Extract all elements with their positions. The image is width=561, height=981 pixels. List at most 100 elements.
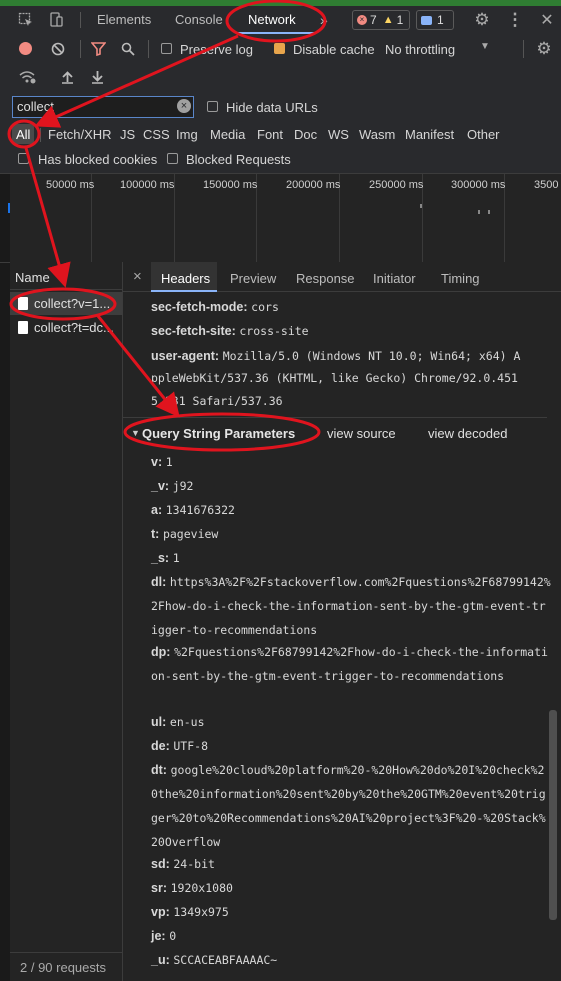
param-key: v: <box>151 455 163 469</box>
hide-data-urls-checkbox[interactable] <box>207 101 218 112</box>
param-row: v: 1 <box>151 450 551 474</box>
param-key: _u: <box>151 953 170 967</box>
warning-icon: ▲ <box>382 14 394 26</box>
timeline-tick: 200000 ms <box>286 179 341 191</box>
header-value-continued: 5.131 Safari/537.36 <box>151 394 283 408</box>
request-details: × Headers Preview Response Initiator Tim… <box>123 262 561 981</box>
type-filter-fetch-xhr[interactable]: Fetch/XHR <box>48 127 112 142</box>
type-filter-font[interactable]: Font <box>257 127 283 142</box>
header-key: sec-fetch-site: <box>151 324 236 338</box>
param-value: https%3A%2F%2Fstackoverflow.com%2Fquesti… <box>151 575 551 637</box>
param-key: dt: <box>151 763 167 777</box>
section-collapse-icon[interactable]: ▼ <box>131 428 140 438</box>
messages-counter[interactable]: 1 <box>416 10 454 30</box>
tab-timing[interactable]: Timing <box>441 271 480 286</box>
search-icon[interactable] <box>119 40 137 58</box>
param-key: dp: <box>151 645 171 659</box>
param-row: t: pageview <box>151 522 551 546</box>
header-value: cross-site <box>239 324 309 338</box>
param-key: _v: <box>151 479 170 493</box>
type-filter-manifest[interactable]: Manifest <box>405 127 454 142</box>
type-filter-img[interactable]: Img <box>176 127 198 142</box>
param-value: UTF-8 <box>173 739 208 753</box>
preserve-log-checkbox[interactable] <box>161 43 172 54</box>
more-menu-icon[interactable]: ⋮ <box>505 10 525 30</box>
preserve-log-label: Preserve log <box>180 42 253 57</box>
device-toolbar-icon[interactable] <box>46 10 66 30</box>
query-string-title[interactable]: Query String Parameters <box>142 426 295 441</box>
tab-response[interactable]: Response <box>296 271 355 286</box>
tab-elements[interactable]: Elements <box>97 6 151 34</box>
type-filter-wasm[interactable]: Wasm <box>359 127 395 142</box>
timeline-tick: 3500 <box>534 179 559 191</box>
type-filter-media[interactable]: Media <box>210 127 245 142</box>
param-value: 1 <box>172 551 180 565</box>
clear-icon[interactable] <box>49 40 67 58</box>
header-row: sec-fetch-site: cross-site <box>151 323 309 338</box>
inspect-element-icon[interactable] <box>16 10 36 30</box>
tab-preview[interactable]: Preview <box>230 271 276 286</box>
param-value: 0 <box>169 929 177 943</box>
type-filter-ws[interactable]: WS <box>328 127 349 142</box>
param-value: 1920x1080 <box>170 881 233 895</box>
warning-count: 1 <box>396 13 404 27</box>
blocked-requests-checkbox[interactable] <box>167 153 178 164</box>
header-value: Mozilla/5.0 (Windows NT 10.0; Win64; x64… <box>222 349 521 363</box>
type-filter-doc[interactable]: Doc <box>294 127 317 142</box>
header-value: cors <box>251 300 279 314</box>
filter-input[interactable]: collect <box>12 96 194 118</box>
throttling-select[interactable]: No throttling <box>385 42 455 57</box>
list-item[interactable]: collect?t=dc... <box>18 320 114 335</box>
type-filter-js[interactable]: JS <box>120 127 135 142</box>
param-key: _s: <box>151 551 170 565</box>
param-row: dp: %2Fquestions%2F68799142%2Fhow-do-i-c… <box>151 640 551 688</box>
more-tabs-icon[interactable]: » <box>320 6 328 34</box>
param-key: t: <box>151 527 160 541</box>
view-decoded-link[interactable]: view decoded <box>428 426 508 441</box>
param-value: pageview <box>162 527 219 541</box>
export-har-icon[interactable] <box>88 68 106 86</box>
detail-scrollbar-thumb[interactable] <box>549 710 557 920</box>
timeline-request-bar <box>478 210 480 214</box>
network-conditions-icon[interactable] <box>17 68 37 86</box>
param-row: dt: google%20cloud%20platform%20-%20How%… <box>151 758 551 854</box>
tab-initiator[interactable]: Initiator <box>373 271 416 286</box>
param-key: a: <box>151 503 163 517</box>
param-key: je: <box>151 929 166 943</box>
clear-filter-icon[interactable]: × <box>177 99 191 113</box>
type-filter-other[interactable]: Other <box>467 127 500 142</box>
timeline-overview[interactable]: 50000 ms 100000 ms 150000 ms 200000 ms 2… <box>10 174 561 262</box>
network-settings-gear-icon[interactable]: ⚙ <box>534 39 554 59</box>
close-detail-icon[interactable]: × <box>133 268 142 285</box>
import-har-icon[interactable] <box>58 68 76 86</box>
message-icon <box>421 15 432 25</box>
header-row: user-agent: Mozilla/5.0 (Windows NT 10.0… <box>151 348 520 363</box>
view-source-link[interactable]: view source <box>327 426 396 441</box>
param-row: dl: https%3A%2F%2Fstackoverflow.com%2Fqu… <box>151 570 551 642</box>
toolbar-divider <box>80 40 81 58</box>
settings-gear-icon[interactable]: ⚙ <box>472 10 492 30</box>
record-icon[interactable] <box>19 42 32 55</box>
issues-counter[interactable]: × 7 ▲ 1 <box>352 10 410 30</box>
has-blocked-cookies-checkbox[interactable] <box>18 153 29 164</box>
tab-network[interactable]: Network <box>248 6 296 34</box>
tab-console[interactable]: Console <box>175 6 223 34</box>
request-count-status: 2 / 90 requests <box>20 960 106 975</box>
disable-cache-checkbox[interactable] <box>274 43 285 54</box>
header-key: user-agent: <box>151 349 220 363</box>
param-row: je: 0 <box>151 924 551 948</box>
type-filter-all[interactable]: All <box>16 127 30 142</box>
name-column-header[interactable]: Name <box>15 270 50 285</box>
close-devtools-icon[interactable]: ✕ <box>537 10 557 30</box>
disable-cache-label: Disable cache <box>293 42 375 57</box>
filter-icon[interactable] <box>89 40 107 58</box>
type-filter-css[interactable]: CSS <box>143 127 170 142</box>
tab-headers[interactable]: Headers <box>161 271 210 286</box>
document-icon <box>18 297 28 310</box>
chevron-down-icon[interactable]: ▼ <box>480 41 490 52</box>
param-key: dl: <box>151 575 167 589</box>
param-row: sr: 1920x1080 <box>151 876 551 900</box>
param-value: 1349x975 <box>173 905 229 919</box>
list-item[interactable]: collect?v=1... <box>18 296 110 311</box>
param-row: _v: j92 <box>151 474 551 498</box>
